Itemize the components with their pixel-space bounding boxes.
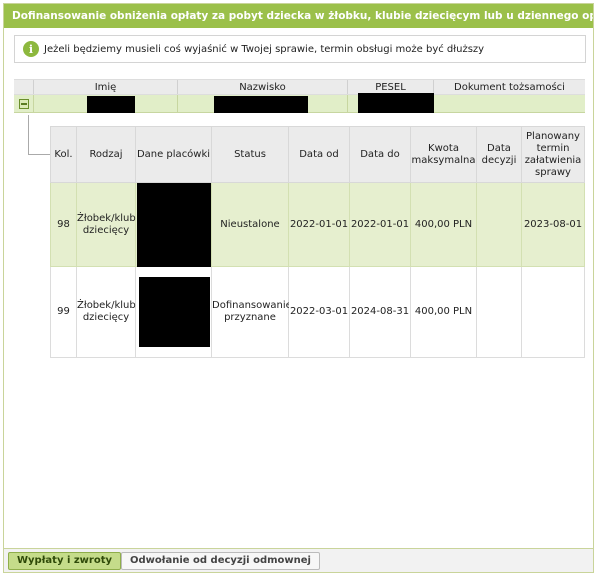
- expand-cell[interactable]: [14, 95, 34, 112]
- person-table: Imię Nazwisko PESEL Dokument tożsamości: [14, 79, 585, 113]
- th-data-decyzji: Data decyzji: [476, 126, 522, 183]
- info-icon: i: [23, 41, 39, 57]
- redacted-block: [87, 96, 135, 113]
- th-data-do: Data do: [349, 126, 411, 183]
- header-spacer: [14, 80, 34, 94]
- th-status: Status: [211, 126, 289, 183]
- th-kol: Kol.: [50, 126, 77, 183]
- header-imie: Imię: [34, 80, 178, 94]
- table-row[interactable]: 98 Żłobek/klub dziecięcy Nieustalone 202…: [50, 182, 585, 267]
- cell-data-decyzji: [476, 182, 522, 267]
- appeal-decision-button[interactable]: Odwołanie od decyzji odmownej: [121, 552, 320, 570]
- panel-title: Dofinansowanie obniżenia opłaty za pobyt…: [4, 4, 593, 28]
- cell-pesel: [348, 93, 434, 113]
- redacted-block: [137, 183, 211, 267]
- cell-kol: 99: [50, 266, 77, 358]
- tree-connector: [28, 154, 50, 155]
- table-row[interactable]: 99 Żłobek/klub dziecięcy Dofinansowanie …: [50, 266, 585, 358]
- redacted-block: [214, 96, 308, 113]
- header-nazwisko: Nazwisko: [178, 80, 348, 94]
- cell-kwota: 400,00 PLN: [410, 182, 477, 267]
- th-data-od: Data od: [288, 126, 350, 183]
- benefit-table: Kol. Rodzaj Dane placówki Status Data od…: [50, 126, 585, 358]
- cell-data-decyzji: [476, 266, 522, 358]
- th-kwota: Kwota maksymalna: [410, 126, 477, 183]
- person-table-header: Imię Nazwisko PESEL Dokument tożsamości: [14, 79, 585, 95]
- cell-termin: 2023-08-01: [521, 182, 585, 267]
- cell-rodzaj: Żłobek/klub dziecięcy: [76, 182, 136, 267]
- cell-rodzaj: Żłobek/klub dziecięcy: [76, 266, 136, 358]
- cell-nazwisko: [178, 95, 348, 113]
- cell-dane-placowki: [135, 266, 212, 358]
- cell-kol: 98: [50, 182, 77, 267]
- info-text: Jeżeli będziemy musieli coś wyjaśnić w T…: [44, 43, 485, 55]
- info-message: i Jeżeli będziemy musieli coś wyjaśnić w…: [14, 35, 586, 63]
- collapse-icon[interactable]: [19, 99, 29, 109]
- header-dokument: Dokument tożsamości: [454, 82, 565, 93]
- payments-refunds-button[interactable]: Wypłaty i zwroty: [8, 552, 122, 570]
- benefit-table-header: Kol. Rodzaj Dane placówki Status Data od…: [50, 126, 585, 183]
- button-bar: Wypłaty i zwroty Odwołanie od decyzji od…: [4, 548, 593, 572]
- cell-data-do: 2024-08-31: [349, 266, 411, 358]
- th-termin: Planowany termin załatwienia sprawy: [521, 126, 585, 183]
- cell-data-od: 2022-03-01: [288, 266, 350, 358]
- application-panel: Dofinansowanie obniżenia opłaty za pobyt…: [3, 3, 594, 573]
- cell-data-do: 2022-01-01: [349, 182, 411, 267]
- th-rodzaj: Rodzaj: [76, 126, 136, 183]
- redacted-block: [358, 93, 434, 113]
- header-pesel: PESEL: [348, 80, 434, 94]
- cell-termin: [521, 266, 585, 358]
- cell-status: Dofinansowanie przyznane: [211, 266, 292, 358]
- cell-dokument: [434, 95, 585, 112]
- th-dane-placowki: Dane placówki: [135, 126, 212, 183]
- cell-imie: [34, 95, 178, 113]
- person-row[interactable]: [14, 93, 585, 113]
- cell-status: Nieustalone: [211, 182, 289, 267]
- cell-data-od: 2022-01-01: [288, 182, 350, 267]
- tree-connector: [28, 115, 29, 154]
- cell-kwota: 400,00 PLN: [410, 266, 477, 358]
- cell-dane-placowki: [135, 182, 212, 267]
- redacted-block: [139, 277, 210, 347]
